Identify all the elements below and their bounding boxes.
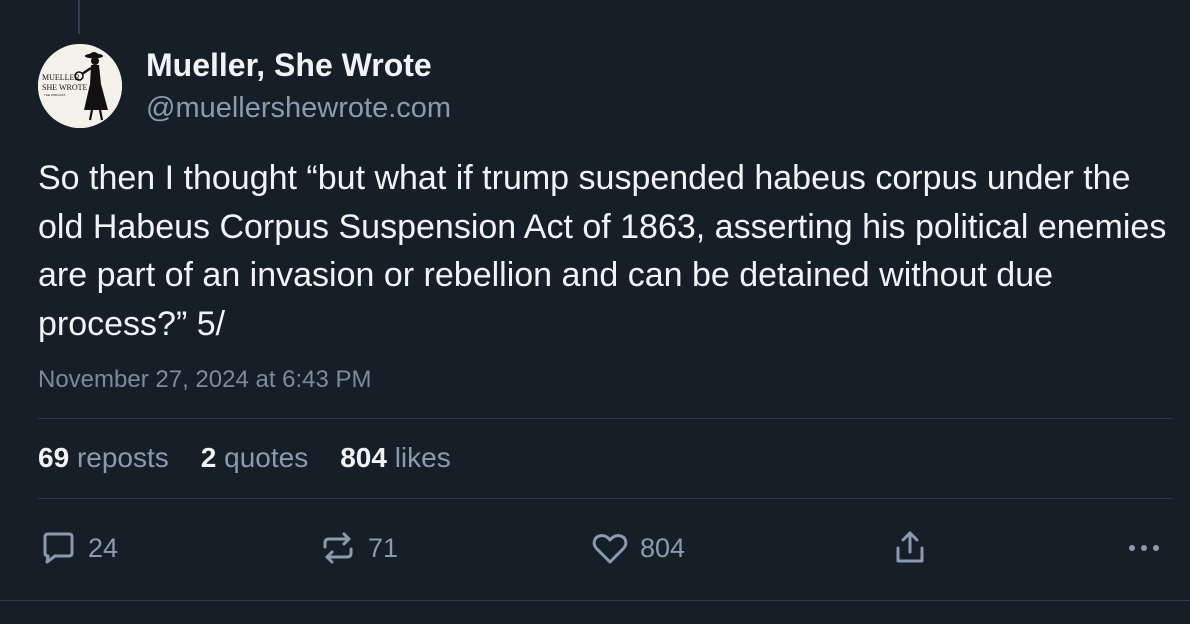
post-timestamp[interactable]: November 27, 2024 at 6:43 PM [38,366,372,394]
ellipsis-icon [1129,545,1159,551]
share-upload-icon [896,531,924,563]
reposts-count: 69 [38,442,70,473]
engagement-stats: 69 reposts 2 quotes 804 likes [38,442,451,474]
like-count: 804 [640,532,686,563]
avatar-text-line2: SHE WROTE [42,83,88,92]
avatar-text-line3: THE PODCAST [44,93,66,97]
thread-connector-line [78,0,80,34]
avatar[interactable]: MUELLER, SHE WROTE THE PODCAST [38,44,122,128]
reposts-label: reposts [76,442,169,473]
more-options-button[interactable] [1124,528,1164,568]
reply-button[interactable]: 24 [38,528,118,568]
likes-count: 804 [340,442,387,473]
quotes-count: 2 [200,442,217,473]
likes-stat[interactable]: 804 likes [340,442,451,474]
reply-count: 24 [88,532,119,563]
like-button[interactable]: 804 [590,528,685,568]
divider [38,498,1172,499]
heart-icon [592,534,628,564]
divider [38,418,1172,419]
share-button[interactable] [890,528,930,568]
author-handle[interactable]: @muellershewrote.com [146,92,451,125]
avatar-logo-image: MUELLER, SHE WROTE THE PODCAST [38,44,122,128]
repost-button[interactable]: 71 [318,528,398,568]
reposts-stat[interactable]: 69 reposts [38,442,169,474]
quotes-stat[interactable]: 2 quotes [201,442,308,474]
post-body-text: So then I thought “but what if trump sus… [38,159,1167,343]
repost-arrows-icon [323,532,353,564]
speech-bubble-icon [43,532,74,564]
quotes-label: quotes [224,442,309,473]
author-display-name[interactable]: Mueller, She Wrote [146,47,432,84]
likes-label: likes [394,442,451,473]
post-bottom-divider [0,600,1190,601]
repost-count: 71 [368,532,399,563]
avatar-text-line1: MUELLER, [42,73,82,82]
